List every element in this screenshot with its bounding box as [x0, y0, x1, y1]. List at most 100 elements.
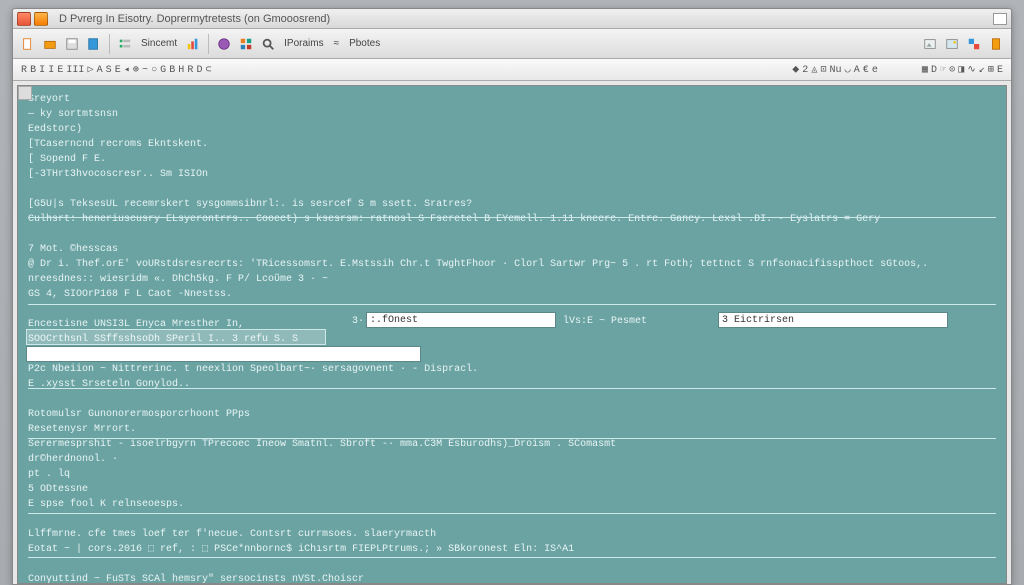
app-window: D Pvrerg In Eisotry. Doprermytretests (o… — [12, 8, 1012, 585]
titlebar-right-controls — [993, 13, 1007, 25]
code-editor[interactable]: Sreyort— ky sortmtsnsnEedstorc)[TCasernc… — [17, 85, 1007, 584]
help-icon[interactable] — [987, 35, 1005, 53]
separator — [109, 34, 110, 54]
view-btn-6[interactable]: ↙ — [979, 65, 985, 76]
view-btn-1[interactable]: D — [931, 65, 937, 76]
nav-btn-4[interactable]: Nu — [830, 65, 842, 76]
nav-btn-2[interactable]: ◬ — [811, 65, 817, 76]
editor-line: Resetenysr Mrrort. — [28, 422, 996, 437]
view-btn-7[interactable]: ⊞ — [988, 65, 994, 76]
editor-line — [28, 227, 996, 242]
grid-icon[interactable] — [237, 35, 255, 53]
highlighted-row-1[interactable] — [26, 329, 326, 345]
format-btn-16[interactable]: B — [169, 65, 175, 76]
editor-line — [28, 392, 996, 407]
format-btn-13[interactable]: ~ — [142, 65, 148, 76]
new-doc-icon[interactable] — [19, 35, 37, 53]
open-icon[interactable] — [41, 35, 59, 53]
format-btn-14[interactable]: ○ — [151, 65, 157, 76]
format-btn-20[interactable]: ⊂ — [206, 65, 212, 76]
view-btn-2[interactable]: ☞ — [940, 65, 946, 76]
landscape-icon[interactable] — [943, 35, 961, 53]
nav-btn-8[interactable]: e — [872, 65, 878, 76]
minimize-button[interactable] — [34, 12, 48, 26]
format-btn-6[interactable]: ▷ — [87, 65, 93, 76]
editor-line: Serermesprshit - isoelrbgyrn TPrecoec In… — [28, 437, 996, 452]
save-icon[interactable] — [63, 35, 81, 53]
editor-line: E .xysst Srseteln Gonylod.. — [28, 377, 996, 392]
view-btn-0[interactable]: ▦ — [922, 65, 928, 76]
editor-line: 7 Mot. ©hesscas — [28, 242, 996, 257]
toolbar-label-iporams[interactable]: IPoraims — [281, 38, 326, 49]
chart-icon[interactable] — [184, 35, 202, 53]
format-btn-2[interactable]: I — [39, 65, 45, 76]
zoom-icon[interactable] — [259, 35, 277, 53]
export-icon[interactable] — [85, 35, 103, 53]
nav-btn-1[interactable]: 2 — [802, 65, 808, 76]
scroll-corner[interactable] — [18, 86, 32, 100]
nav-btn-5[interactable]: ◡ — [845, 65, 851, 76]
format-btn-3[interactable]: I — [48, 65, 54, 76]
list-icon[interactable] — [116, 35, 134, 53]
separator — [208, 34, 209, 54]
editor-line — [28, 557, 996, 572]
close-button[interactable] — [17, 12, 31, 26]
palette-icon[interactable] — [215, 35, 233, 53]
editor-line: [G5U|s TeksesUL recemrskert sysgommsibnr… — [28, 197, 996, 212]
editor-line: Llffmrne. cfe tmes loef ter f'necue. Con… — [28, 527, 996, 542]
format-btn-10[interactable]: E — [115, 65, 121, 76]
titlebar: D Pvrerg In Eisotry. Doprermytretests (o… — [13, 9, 1011, 29]
format-btn-12[interactable]: ⊕ — [133, 65, 139, 76]
editor-area: Sreyort— ky sortmtsnsnEedstorc)[TCasernc… — [13, 81, 1011, 584]
main-toolbar: Sincemt IPoraims ≈ Pbotes — [13, 29, 1011, 59]
titlebar-btn-a[interactable] — [993, 13, 1007, 25]
editor-line — [28, 512, 996, 527]
editor-line: — ky sortmtsnsn — [28, 107, 996, 122]
toolbar-label-sincemt[interactable]: Sincemt — [138, 38, 180, 49]
nav-btn-6[interactable]: A — [854, 65, 860, 76]
format-btn-17[interactable]: H — [178, 65, 184, 76]
format-btn-5[interactable]: III — [66, 65, 84, 76]
format-btn-18[interactable]: R — [187, 65, 193, 76]
format-btn-8[interactable]: A — [97, 65, 103, 76]
format-btn-0[interactable]: R — [21, 65, 27, 76]
toolbar-label-photos[interactable]: Pbotes — [346, 38, 383, 49]
input-label-1-mid: lVs:E ~ Pesmet — [563, 314, 647, 329]
view-btn-8[interactable]: E — [997, 65, 1003, 76]
editor-line: Eedstorc) — [28, 122, 996, 137]
format-btn-4[interactable]: E — [57, 65, 63, 76]
editor-line: Eotat ~ | cors.2016 ⬚ ref, : ⬚ PSCe*nnbo… — [28, 542, 996, 557]
window-title: D Pvrerg In Eisotry. Doprermytretests (o… — [59, 13, 330, 25]
nav-btn-0[interactable]: ⬥ — [792, 65, 799, 76]
format-btn-9[interactable]: S — [106, 65, 112, 76]
editor-line: pt . lq — [28, 467, 996, 482]
editor-line: nreesdnes:: wiesridm «. DhCh5kg. F P/ Lc… — [28, 272, 996, 287]
format-toolbar: R B I I E III ▷ A S E ◂ ⊕ ~ ○ G B H R D … — [13, 59, 1011, 81]
input-field-2[interactable]: 3 Eictrirsen — [718, 312, 948, 328]
view-btn-3[interactable]: ⊙ — [949, 65, 955, 76]
editor-line — [28, 182, 996, 197]
editor-line: [-3THrt3hvocoscresr.. Sm ISIOn — [28, 167, 996, 182]
format-btn-15[interactable]: G — [160, 65, 166, 76]
editor-line: [TCaserncnd recroms Ekntskent. — [28, 137, 996, 152]
editor-line: Culhsrt: heneriuscusry ELsyerontrrs.. Co… — [28, 212, 996, 227]
image-icon[interactable] — [921, 35, 939, 53]
editor-line: dr©herdnonol. · — [28, 452, 996, 467]
format-btn-19[interactable]: D — [196, 65, 202, 76]
input-field-1[interactable]: :.fOnest — [366, 312, 556, 328]
input-label-1-left: 3· — [352, 314, 364, 329]
editor-line: [ Sopend F E. — [28, 152, 996, 167]
format-btn-1[interactable]: B — [30, 65, 36, 76]
editor-line: E spse fool K relnseoesps. — [28, 497, 996, 512]
nav-btn-3[interactable]: ⊡ — [820, 65, 826, 76]
editor-line: Sreyort — [28, 92, 996, 107]
editor-line: GS 4, SIOOrP168 F L Caot -Nnestss. — [28, 287, 996, 302]
nav-btn-7[interactable]: € — [863, 65, 869, 76]
editor-line: Rotomulsr Gunonorermosporcrhoont PPps — [28, 407, 996, 422]
editor-line: P2c Nbeiion ~ Nittrerinc. t neexlion Spe… — [28, 362, 996, 377]
input-field-3[interactable] — [26, 346, 421, 362]
view-btn-4[interactable]: ◨ — [958, 65, 964, 76]
view-btn-5[interactable]: ∿ — [967, 65, 975, 76]
format-btn-11[interactable]: ◂ — [124, 65, 130, 76]
squares-icon[interactable] — [965, 35, 983, 53]
